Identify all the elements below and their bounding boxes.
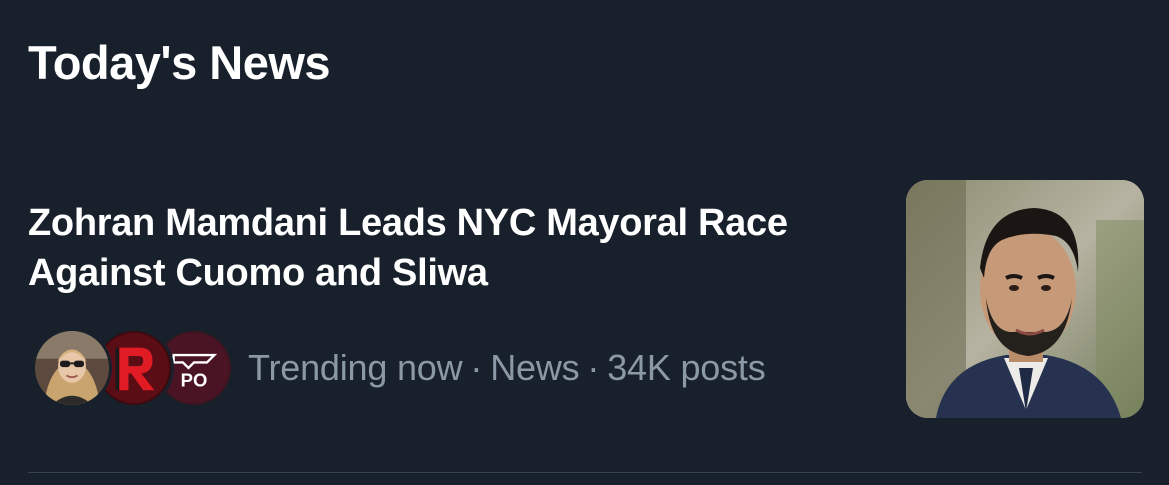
- story-headline[interactable]: Zohran Mamdani Leads NYC Mayoral Race Ag…: [28, 198, 868, 298]
- post-count: 34K posts: [607, 347, 766, 388]
- section-title: Today's News: [28, 36, 331, 89]
- person-portrait-thumbnail[interactable]: [906, 180, 1144, 418]
- story-meta-text: Trending now · News · 34K posts: [248, 347, 766, 389]
- news-story-card[interactable]: Zohran Mamdani Leads NYC Mayoral Race Ag…: [0, 170, 1169, 440]
- svg-text:PO: PO: [181, 370, 208, 391]
- avatar-stack: PO: [32, 328, 234, 408]
- trending-status: Trending now: [248, 347, 463, 388]
- meta-separator: ·: [587, 347, 600, 388]
- meta-separator: ·: [470, 347, 483, 388]
- story-meta: PO Trending now · News · 34K posts: [32, 328, 766, 408]
- explore-news-panel: Today's News Zohran Mamdani Leads NYC Ma…: [0, 0, 1169, 485]
- story-category: News: [490, 347, 580, 388]
- woman-sunglasses-avatar: [32, 328, 112, 408]
- divider: [28, 472, 1142, 473]
